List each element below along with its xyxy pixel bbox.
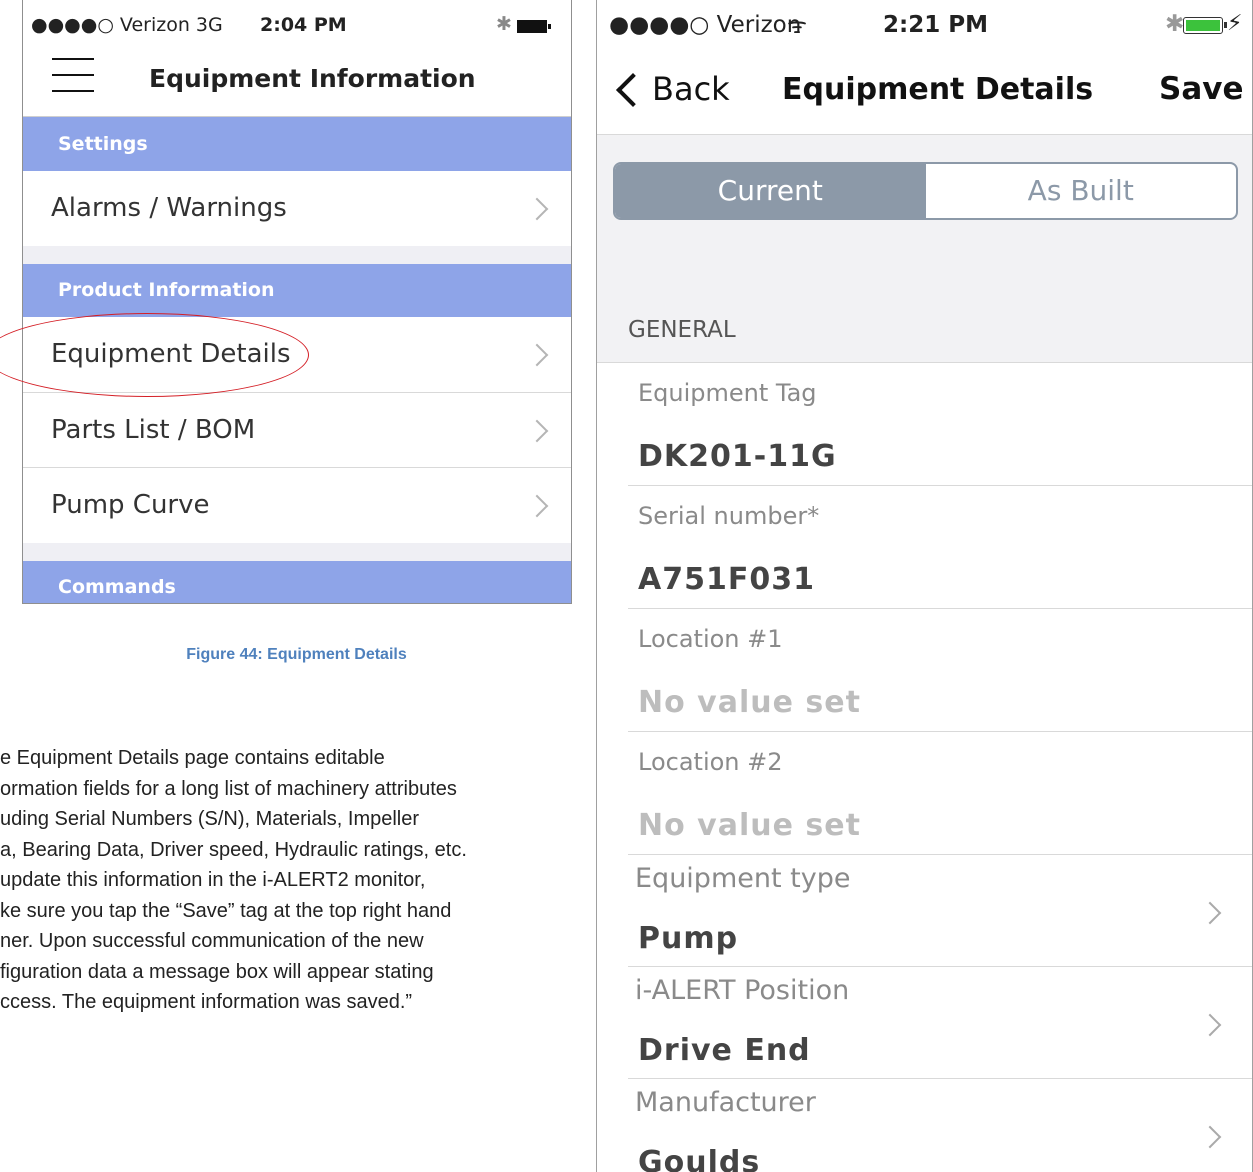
- status-time: 2:04 PM: [260, 14, 347, 36]
- hamburger-menu-icon[interactable]: [52, 58, 94, 94]
- field-value: DK201-11G: [638, 439, 837, 474]
- field-label: Location #1: [638, 625, 783, 653]
- body-line: ke sure you tap the “Save” tag at the to…: [0, 899, 452, 922]
- chevron-right-icon: [525, 343, 549, 367]
- field-equipment-tag[interactable]: Equipment Tag DK201-11G: [597, 363, 1252, 486]
- section-header-product-information: Product Information: [23, 264, 571, 317]
- chevron-right-icon: [525, 197, 549, 221]
- menu-item-label: Alarms / Warnings: [51, 193, 287, 223]
- highlight-ellipse: [0, 313, 309, 397]
- body-line: ner. Upon successful communication of th…: [0, 930, 424, 952]
- charging-icon: ⚡: [1227, 11, 1243, 36]
- field-label: Manufacturer: [635, 1087, 816, 1118]
- body-line: uding Serial Numbers (S/N), Materials, I…: [0, 808, 420, 830]
- page-title: Equipment Details: [782, 72, 1094, 107]
- body-line: update this information in the i-ALERT2 …: [0, 869, 426, 891]
- chevron-right-icon: [1198, 1125, 1222, 1149]
- field-i-alert-position[interactable]: i-ALERT Position Drive End: [597, 967, 1252, 1079]
- bluetooth-icon: ✱: [1165, 11, 1185, 37]
- field-label: Location #2: [638, 748, 783, 776]
- status-bar: ●●●●○ Verizon ᯤ 2:21 PM ✱ ⚡: [597, 0, 1252, 52]
- field-label: Serial number*: [638, 502, 820, 530]
- field-label: i-ALERT Position: [635, 975, 850, 1006]
- status-bar: ●●●●○ Verizon 3G 2:04 PM ✱: [23, 0, 571, 52]
- chevron-right-icon: [1198, 1013, 1222, 1037]
- field-value: A751F031: [638, 562, 815, 597]
- back-label: Back: [652, 70, 730, 108]
- body-line: figuration data a message box will appea…: [0, 960, 434, 983]
- wifi-icon: ᯤ: [787, 14, 808, 39]
- navigation-bar: Back Equipment Details Save: [597, 52, 1252, 135]
- chevron-right-icon: [525, 494, 549, 518]
- equipment-information-screenshot: ●●●●○ Verizon 3G 2:04 PM ✱ Equipment Inf…: [22, 0, 572, 604]
- field-label: Equipment Tag: [638, 379, 817, 407]
- body-line: e Equipment Details page contains editab…: [0, 747, 385, 769]
- section-header-settings: Settings: [23, 117, 571, 171]
- save-button[interactable]: Save: [1159, 71, 1243, 107]
- bluetooth-icon: ✱: [496, 13, 512, 35]
- field-location-1[interactable]: Location #1 No value set: [597, 609, 1252, 732]
- segmented-control: Current As Built: [613, 162, 1238, 220]
- figure-caption: Figure 44: Equipment Details: [186, 646, 407, 663]
- field-label: Equipment type: [635, 863, 851, 894]
- body-line: ormation fields for a long list of machi…: [0, 777, 457, 800]
- field-serial-number[interactable]: Serial number* A751F031: [597, 486, 1252, 609]
- battery-icon: [517, 20, 551, 33]
- field-value: Pump: [638, 921, 739, 956]
- menu-item-pump-curve[interactable]: Pump Curve: [23, 468, 571, 543]
- fields-list: Equipment Tag DK201-11G Serial number* A…: [597, 362, 1252, 1172]
- menu-item-alarms-warnings[interactable]: Alarms / Warnings: [23, 171, 571, 246]
- menu-item-parts-list-bom[interactable]: Parts List / BOM: [23, 393, 571, 468]
- body-line: a, Bearing Data, Driver speed, Hydraulic…: [0, 838, 467, 861]
- field-equipment-type[interactable]: Equipment type Pump: [597, 855, 1252, 967]
- body-line: ccess. The equipment information was sav…: [0, 991, 413, 1013]
- field-value-placeholder: No value set: [638, 685, 861, 720]
- segment-current[interactable]: Current: [615, 164, 926, 218]
- field-value-placeholder: No value set: [638, 808, 861, 843]
- menu-item-label: Parts List / BOM: [51, 415, 256, 445]
- field-location-2[interactable]: Location #2 No value set: [597, 732, 1252, 855]
- section-gap: [23, 543, 571, 561]
- field-value: Goulds: [638, 1145, 761, 1172]
- field-value: Drive End: [638, 1033, 811, 1068]
- carrier-label: ●●●●○ Verizon 3G: [31, 14, 223, 36]
- status-time: 2:21 PM: [883, 12, 988, 38]
- chevron-right-icon: [525, 419, 549, 443]
- field-manufacturer[interactable]: Manufacturer Goulds: [597, 1079, 1252, 1172]
- segment-as-built[interactable]: As Built: [926, 164, 1237, 218]
- section-label-general: GENERAL: [628, 317, 736, 343]
- section-header-commands: Commands: [23, 561, 571, 603]
- body-paragraph: e Equipment Details page contains editab…: [0, 743, 590, 1018]
- battery-icon: [1183, 17, 1227, 34]
- menu-item-label: Pump Curve: [51, 490, 210, 520]
- equipment-details-screenshot: ●●●●○ Verizon ᯤ 2:21 PM ✱ ⚡ Back Equipme…: [596, 0, 1253, 1172]
- section-gap: [23, 246, 571, 264]
- chevron-left-icon: [616, 73, 650, 107]
- carrier-label: ●●●●○ Verizon: [609, 12, 802, 38]
- chevron-right-icon: [1198, 901, 1222, 925]
- page-title: Equipment Information: [149, 64, 476, 93]
